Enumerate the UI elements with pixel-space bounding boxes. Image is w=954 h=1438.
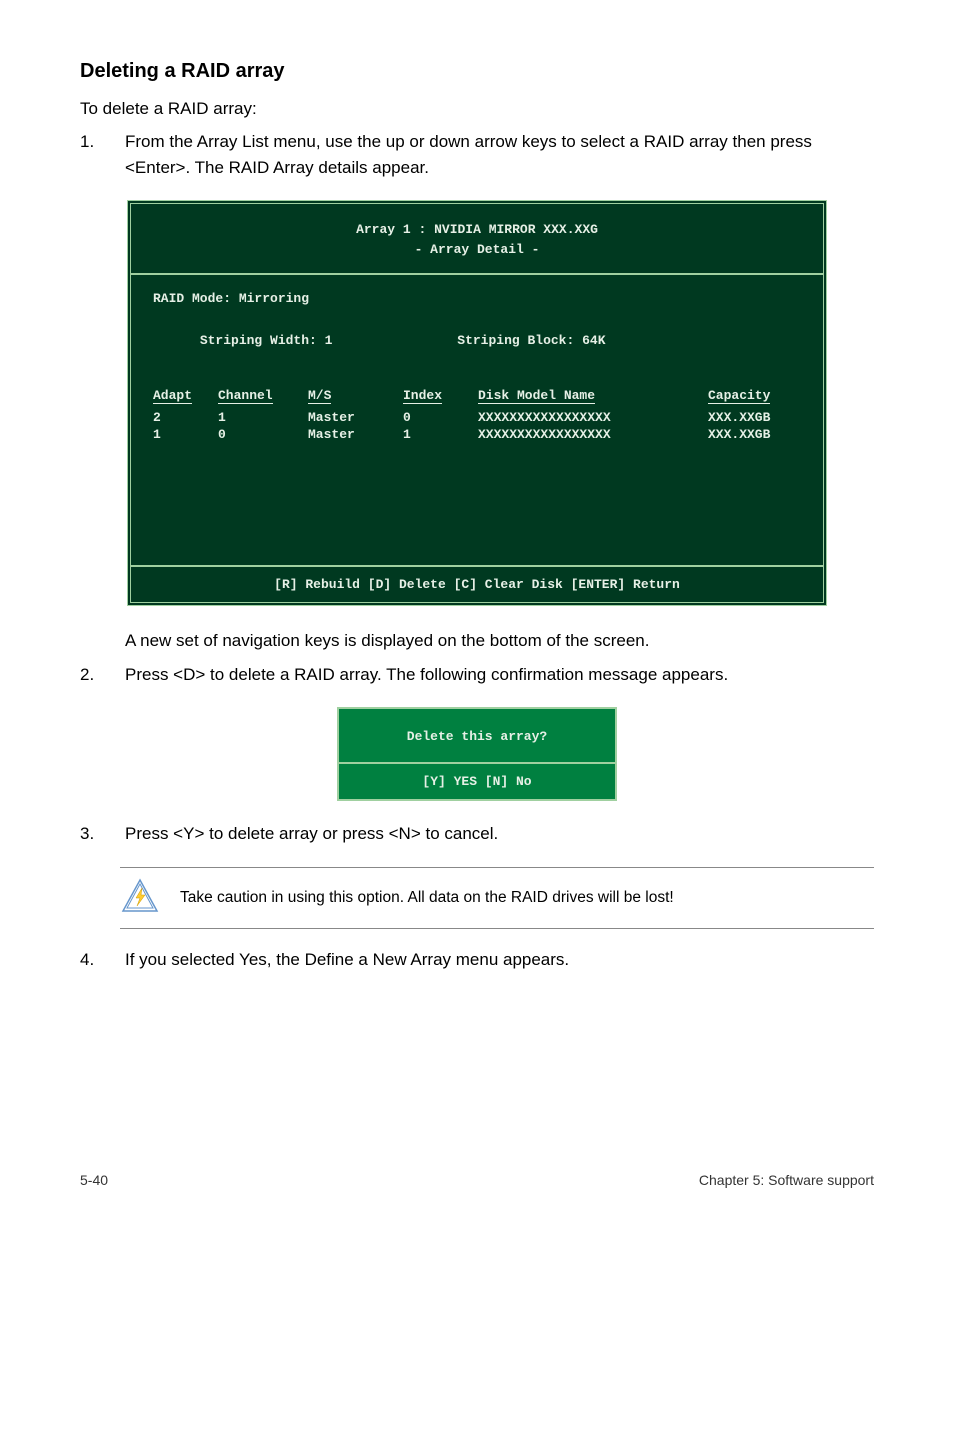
raid-mode-line: RAID Mode: Mirroring <box>153 289 801 310</box>
col-index: Index <box>403 388 442 404</box>
page-footer: 5-40 Chapter 5: Software support <box>80 1172 874 1188</box>
step-3-num: 3. <box>80 821 125 847</box>
cell-index: 0 <box>403 410 478 425</box>
striping-block: Striping Block: 64K <box>457 333 605 348</box>
lightning-warning-icon <box>120 878 160 918</box>
cell-cap: XXX.XXGB <box>708 410 798 425</box>
terminal-title-1: Array 1 : NVIDIA MIRROR XXX.XXG <box>131 220 823 240</box>
cell-cap: XXX.XXGB <box>708 427 798 442</box>
step-2-num: 2. <box>80 662 125 688</box>
striping-width: Striping Width: 1 <box>200 333 333 348</box>
table-row: 2 1 Master 0 XXXXXXXXXXXXXXXXX XXX.XXGB <box>153 410 801 425</box>
cell-ms: Master <box>308 427 403 442</box>
step-2-text: Press <D> to delete a RAID array. The fo… <box>125 662 874 688</box>
col-disk: Disk Model Name <box>478 388 595 404</box>
chapter-label: Chapter 5: Software support <box>699 1172 874 1188</box>
step-3-text: Press <Y> to delete array or press <N> t… <box>125 821 874 847</box>
page-number: 5-40 <box>80 1172 108 1188</box>
terminal-body: RAID Mode: Mirroring Striping Width: 1 S… <box>131 275 823 565</box>
page-heading: Deleting a RAID array <box>80 60 874 83</box>
step-3: 3. Press <Y> to delete array or press <N… <box>80 821 874 847</box>
cell-ms: Master <box>308 410 403 425</box>
dialog-options: [Y] YES [N] No <box>339 764 615 799</box>
step-4: 4. If you selected Yes, the Define a New… <box>80 947 874 973</box>
terminal-title-2: - Array Detail - <box>131 240 823 260</box>
cell-index: 1 <box>403 427 478 442</box>
step-2-pretext: A new set of navigation keys is displaye… <box>125 628 874 654</box>
cell-channel: 0 <box>218 427 308 442</box>
warning-callout: Take caution in using this option. All d… <box>120 867 874 929</box>
table-header-row: Adapt Channel M/S Index Disk Model Name … <box>153 388 801 404</box>
step-1-num: 1. <box>80 129 125 180</box>
intro-text: To delete a RAID array: <box>80 99 874 119</box>
step-2: 2. Press <D> to delete a RAID array. The… <box>80 662 874 688</box>
cell-adapt: 1 <box>153 427 218 442</box>
col-adapt: Adapt <box>153 388 192 404</box>
step-4-num: 4. <box>80 947 125 973</box>
warning-text: Take caution in using this option. All d… <box>180 889 674 907</box>
confirm-dialog: Delete this array? [Y] YES [N] No <box>337 707 617 801</box>
col-channel: Channel <box>218 388 273 404</box>
cell-disk: XXXXXXXXXXXXXXXXX <box>478 427 708 442</box>
step-1: 1. From the Array List menu, use the up … <box>80 129 874 180</box>
cell-disk: XXXXXXXXXXXXXXXXX <box>478 410 708 425</box>
dialog-question: Delete this array? <box>339 709 615 762</box>
col-capacity: Capacity <box>708 388 770 404</box>
col-ms: M/S <box>308 388 331 404</box>
step-1-text: From the Array List menu, use the up or … <box>125 129 874 180</box>
cell-adapt: 2 <box>153 410 218 425</box>
table-row: 1 0 Master 1 XXXXXXXXXXXXXXXXX XXX.XXGB <box>153 427 801 442</box>
raid-terminal-window: Array 1 : NVIDIA MIRROR XXX.XXG - Array … <box>127 200 827 606</box>
cell-channel: 1 <box>218 410 308 425</box>
striping-line: Striping Width: 1 Striping Block: 64K <box>153 310 801 372</box>
step-4-text: If you selected Yes, the Define a New Ar… <box>125 947 874 973</box>
terminal-footer: [R] Rebuild [D] Delete [C] Clear Disk [E… <box>131 567 823 602</box>
terminal-header: Array 1 : NVIDIA MIRROR XXX.XXG - Array … <box>131 204 823 273</box>
